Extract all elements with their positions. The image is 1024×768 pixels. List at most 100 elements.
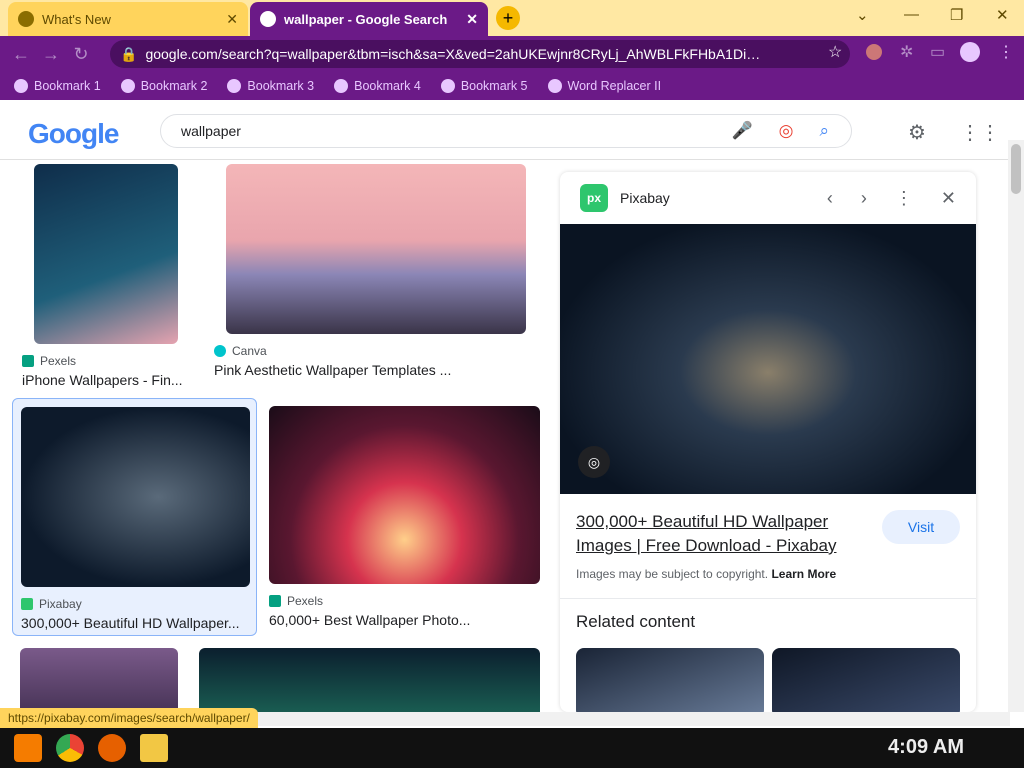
gear-icon[interactable]: ⚙	[908, 120, 926, 145]
related-thumbnail[interactable]	[772, 648, 960, 712]
profile-icon[interactable]	[960, 42, 980, 62]
result-caption[interactable]: iPhone Wallpapers - Fin...	[22, 372, 192, 388]
file-explorer-icon[interactable]	[140, 734, 168, 762]
back-icon[interactable]: ←	[6, 44, 36, 65]
firefox-icon[interactable]	[98, 734, 126, 762]
result-thumbnail[interactable]	[20, 648, 178, 712]
taskbar-clock[interactable]: 4:09 AM	[888, 736, 964, 759]
tab-google-search[interactable]: wallpaper - Google Search ✕	[250, 2, 488, 36]
google-favicon	[260, 11, 276, 27]
close-icon[interactable]: ✕	[941, 188, 956, 209]
result-thumbnail[interactable]	[34, 164, 178, 344]
tab-favicon	[18, 11, 34, 27]
preview-title[interactable]: 300,000+ Beautiful HD Wallpaper Images |…	[576, 510, 866, 558]
menu-icon[interactable]: ⋮	[998, 42, 1014, 62]
bookmark-item[interactable]: Bookmark 3	[227, 79, 314, 93]
chevron-left-icon[interactable]: ‹	[827, 188, 833, 209]
forward-icon[interactable]: →	[36, 44, 66, 65]
result-caption[interactable]: 300,000+ Beautiful HD Wallpaper...	[21, 615, 248, 631]
copyright-text: Images may be subject to copyright.	[576, 567, 769, 581]
tab-whats-new[interactable]: What's New ✕	[8, 2, 248, 36]
scroll-thumb[interactable]	[1011, 144, 1021, 194]
result-card-selected[interactable]: Pixabay 300,000+ Beautiful HD Wallpaper.…	[12, 398, 257, 636]
bookmark-item[interactable]: Bookmark 2	[120, 79, 208, 93]
bookmark-item[interactable]: Bookmark 1	[14, 79, 101, 93]
preview-controls: ‹ › ⋮ ✕	[827, 188, 956, 209]
image-results-grid: Pexels iPhone Wallpapers - Fin... Canva …	[0, 160, 556, 712]
copyright-notice: Images may be subject to copyright. Lear…	[576, 567, 836, 581]
search-box-icons: 🎤 ◎ ⌕	[731, 121, 829, 141]
visit-button[interactable]: Visit	[882, 510, 960, 544]
preview-image[interactable]: ◎	[560, 224, 976, 494]
tab-title: wallpaper - Google Search	[284, 11, 448, 27]
bookmark-label: Bookmark 2	[140, 79, 208, 93]
result-source: Pexels	[269, 594, 540, 608]
window-close-icon[interactable]: ✕	[996, 6, 1009, 24]
preview-site[interactable]: Pixabay	[620, 190, 670, 206]
pexels-icon	[269, 595, 281, 607]
globe-icon	[14, 79, 28, 93]
bookmark-item[interactable]: Word Replacer II	[547, 79, 661, 93]
result-caption[interactable]: 60,000+ Best Wallpaper Photo...	[269, 612, 540, 628]
link-status-bar: https://pixabay.com/images/search/wallpa…	[0, 708, 258, 728]
chevron-right-icon[interactable]: ›	[861, 188, 867, 209]
microphone-icon[interactable]: 🎤	[731, 121, 752, 141]
address-bar[interactable]: 🔒 google.com/search?q=wallpaper&tbm=isch…	[110, 40, 850, 68]
result-thumbnail[interactable]	[226, 164, 526, 334]
result-source: Pexels	[22, 354, 192, 368]
bookmark-label: Bookmark 3	[247, 79, 315, 93]
search-box[interactable]: wallpaper 🎤 ◎ ⌕	[160, 114, 852, 148]
bookmark-label: Bookmark 4	[354, 79, 421, 93]
new-tab-button[interactable]: +	[496, 6, 520, 30]
bookmark-icon	[120, 79, 135, 93]
side-panel-icon[interactable]: ▭	[930, 42, 945, 62]
preview-panel: px Pixabay ‹ › ⋮ ✕ ◎ 300,000+ Beautiful …	[560, 172, 976, 712]
extension-icon[interactable]	[866, 44, 882, 60]
result-card[interactable]: Pexels iPhone Wallpapers - Fin...	[22, 164, 192, 388]
related-content-heading: Related content	[576, 612, 696, 631]
taskbar: 4:09 AM	[0, 728, 1024, 768]
tab-strip: What's New ✕ wallpaper - Google Search ✕…	[0, 0, 1024, 36]
bookmark-label: Bookmark 1	[34, 79, 101, 93]
address-url: google.com/search?q=wallpaper&tbm=isch&s…	[145, 46, 766, 62]
result-thumbnail[interactable]	[199, 648, 540, 712]
bookmark-item[interactable]: Bookmark 5	[440, 79, 528, 93]
search-query: wallpaper	[181, 123, 241, 139]
pexels-icon	[22, 355, 34, 367]
bookmark-label: Bookmark 5	[460, 79, 528, 93]
bookmark-icon	[227, 79, 242, 93]
puzzle-icon[interactable]: ✲	[900, 42, 913, 62]
vertical-scrollbar[interactable]	[1008, 140, 1024, 712]
minimize-icon[interactable]: —	[904, 6, 919, 23]
result-source: Canva	[214, 344, 540, 358]
result-card[interactable]: Pexels 60,000+ Best Wallpaper Photo...	[269, 406, 540, 628]
learn-more-link[interactable]: Learn More	[771, 567, 836, 581]
more-options-icon[interactable]: ⋮	[895, 188, 913, 209]
result-caption[interactable]: Pink Aesthetic Wallpaper Templates ...	[214, 362, 540, 378]
result-card[interactable]: Canva Pink Aesthetic Wallpaper Templates…	[214, 164, 540, 378]
google-header: Google wallpaper 🎤 ◎ ⌕ ⚙ ⋮⋮	[0, 100, 1024, 160]
related-thumbnail[interactable]	[576, 648, 764, 712]
google-logo[interactable]: Google	[28, 118, 119, 150]
reload-icon[interactable]: ↻	[66, 44, 96, 65]
bookmarks-bar: Bookmark 1 Bookmark 2 Bookmark 3 Bookmar…	[0, 72, 1024, 100]
bookmark-icon	[440, 79, 455, 93]
tab-search-icon[interactable]: ⌄	[856, 6, 869, 24]
lens-icon[interactable]: ◎	[779, 121, 794, 141]
bookmark-star-icon[interactable]: ☆	[828, 42, 842, 62]
search-icon[interactable]: ⌕	[819, 121, 829, 141]
start-icon[interactable]	[14, 734, 42, 762]
result-thumbnail[interactable]	[21, 407, 250, 587]
preview-header: px Pixabay ‹ › ⋮ ✕	[560, 172, 976, 224]
chrome-icon[interactable]	[56, 734, 84, 762]
lens-icon[interactable]: ◎	[578, 446, 610, 478]
result-source: Pixabay	[21, 597, 248, 611]
close-icon[interactable]: ✕	[226, 11, 238, 28]
result-thumbnail[interactable]	[269, 406, 540, 584]
source-label: Pexels	[287, 594, 324, 608]
close-icon[interactable]: ✕	[466, 11, 478, 28]
bookmark-item[interactable]: Bookmark 4	[334, 79, 421, 93]
restore-icon[interactable]: ❐	[950, 6, 963, 24]
canva-icon	[214, 345, 226, 357]
apps-grid-icon[interactable]: ⋮⋮	[960, 120, 1000, 145]
